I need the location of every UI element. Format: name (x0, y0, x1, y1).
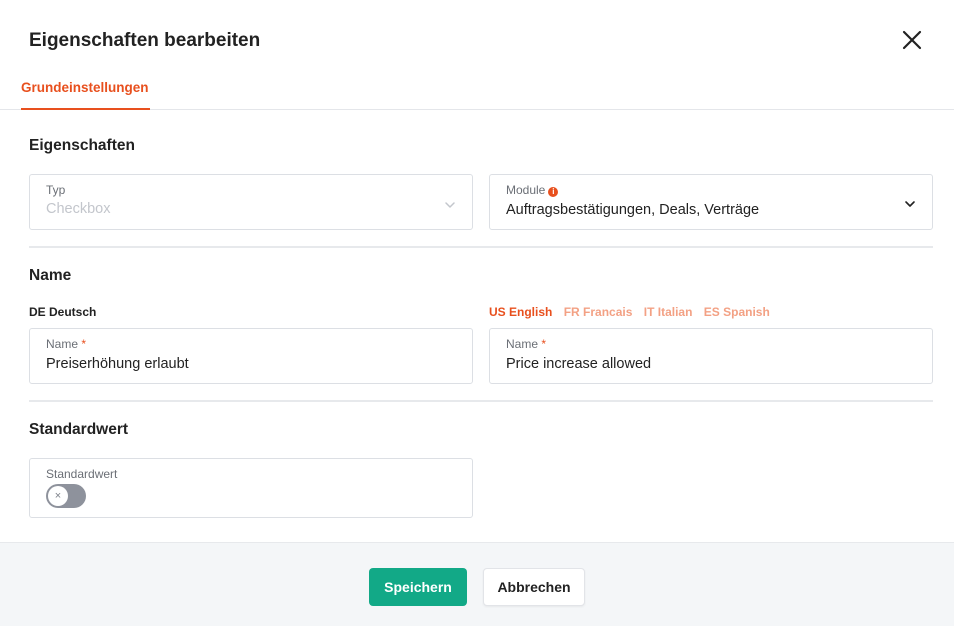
dialog-footer: Speichern Abbrechen (0, 542, 954, 626)
name-de-value[interactable]: Preiserhöhung erlaubt (46, 356, 189, 372)
chevron-down-icon[interactable] (904, 197, 916, 209)
language-tab-italian[interactable]: IT Italian (644, 305, 693, 319)
edit-properties-dialog: Eigenschaften bearbeiten Grundeinstellun… (0, 0, 954, 626)
name-de-field[interactable]: Name * Preiserhöhung erlaubt (29, 328, 473, 384)
dialog-title: Eigenschaften bearbeiten (29, 30, 261, 51)
type-select: Typ Checkbox (29, 174, 473, 230)
language-tab-english[interactable]: US English (489, 305, 552, 319)
save-button[interactable]: Speichern (369, 568, 467, 606)
toggle-off-icon: × (48, 486, 68, 506)
type-value: Checkbox (46, 201, 111, 217)
module-select[interactable]: Module i Auftragsbestätigungen, Deals, Ve… (489, 174, 933, 230)
name-de-label-text: Name (46, 337, 79, 351)
close-icon[interactable] (900, 28, 924, 52)
cancel-button[interactable]: Abbrechen (483, 568, 585, 606)
default-language-label: DE Deutsch (29, 305, 97, 319)
type-label: Typ (46, 183, 66, 197)
name-translated-label-text: Name (506, 337, 539, 351)
language-tabs: US English FR Francais IT Italian ES Spa… (489, 305, 778, 319)
section-title-default: Standardwert (29, 421, 129, 438)
default-value-label: Standardwert (46, 467, 118, 481)
module-label: Module i (506, 183, 559, 197)
info-icon[interactable]: i (548, 187, 559, 197)
language-tab-french[interactable]: FR Francais (564, 305, 633, 319)
name-de-label: Name * (46, 337, 86, 351)
module-value: Auftragsbestätigungen, Deals, Verträge (506, 202, 760, 218)
default-value-field: Standardwert × (29, 458, 473, 518)
section-title-properties: Eigenschaften (29, 137, 135, 154)
name-translated-field[interactable]: Name * Price increase allowed (489, 328, 933, 384)
language-tab-spanish[interactable]: ES Spanish (704, 305, 770, 319)
name-translated-label: Name * (506, 337, 546, 351)
dialog-header: Eigenschaften bearbeiten (0, 0, 954, 80)
section-title-name: Name (29, 267, 72, 284)
tab-bar: Grundeinstellungen (0, 70, 954, 110)
module-label-text: Module (506, 183, 546, 197)
default-value-toggle[interactable]: × (46, 484, 86, 508)
chevron-down-icon (444, 198, 456, 210)
required-mark: * (81, 337, 87, 351)
section-divider (29, 246, 933, 248)
tab-grundeinstellungen[interactable]: Grundeinstellungen (21, 70, 150, 110)
required-mark: * (541, 337, 547, 351)
section-divider (29, 400, 933, 402)
name-translated-value[interactable]: Price increase allowed (506, 356, 651, 372)
